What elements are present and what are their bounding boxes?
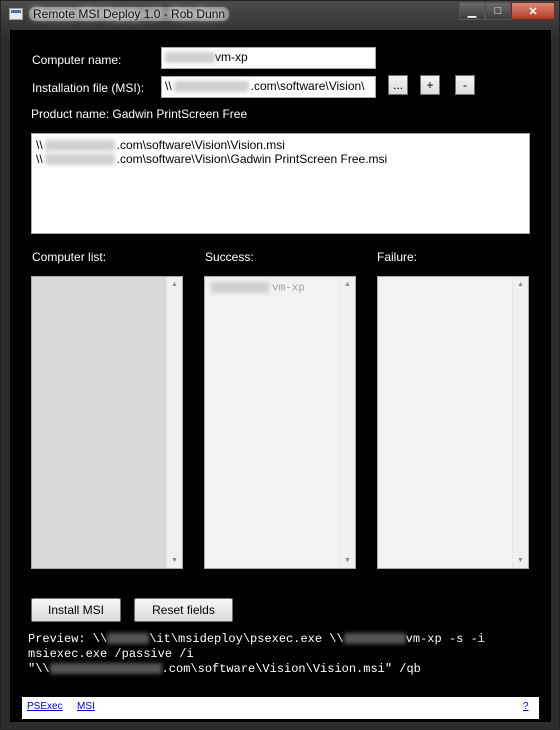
- msi-file-list[interactable]: \\ .com\software\Vision\Vision.msi \\ .com…: [31, 133, 530, 234]
- install-file-prefix: \\: [165, 79, 172, 93]
- preview-text: Preview: \\: [28, 632, 108, 646]
- success-list[interactable]: vm-xp ▲ ▼: [204, 276, 356, 569]
- preview-text: "\\: [28, 662, 50, 676]
- maximize-button[interactable]: □: [485, 2, 511, 20]
- failure-label: Failure:: [377, 250, 418, 264]
- msi-item-prefix: \\: [36, 138, 43, 152]
- scroll-up-icon[interactable]: ▲: [171, 281, 178, 288]
- minimize-icon: ▁: [467, 5, 477, 18]
- command-preview: Preview: \\ \it\msideploy\psexec.exe \\ vm…: [28, 632, 544, 677]
- msi-link[interactable]: MSI: [77, 701, 95, 712]
- computer-name-value: vm-xp: [215, 50, 248, 64]
- install-msi-button[interactable]: Install MSI: [31, 598, 121, 622]
- product-name-caption: Product name:: [31, 107, 110, 121]
- redacted-text: [49, 663, 162, 675]
- redacted-text: [173, 81, 249, 93]
- status-bar: PSExec MSI ?: [22, 697, 539, 719]
- remove-label: -: [463, 78, 467, 92]
- list-item[interactable]: vm-xp: [211, 282, 305, 294]
- computer-list-label: Computer list:: [32, 250, 107, 264]
- browse-button[interactable]: ...: [388, 75, 408, 95]
- title-bar[interactable]: Remote MSI Deploy 1.0 - Rob Dunn ▁ □ ✕: [1, 1, 560, 29]
- install-file-label: Installation file (MSI):: [32, 81, 145, 95]
- success-list-scrollbar[interactable]: ▲ ▼: [339, 277, 355, 568]
- reset-fields-button[interactable]: Reset fields: [134, 598, 233, 622]
- help-link[interactable]: ?: [523, 701, 529, 712]
- computer-list-scrollbar[interactable]: ▲ ▼: [166, 277, 182, 568]
- psexec-link[interactable]: PSExec: [27, 701, 63, 712]
- close-button[interactable]: ✕: [511, 2, 555, 20]
- reset-fields-label: Reset fields: [152, 603, 215, 617]
- add-label: +: [426, 78, 434, 92]
- app-window: Remote MSI Deploy 1.0 - Rob Dunn ▁ □ ✕ C…: [0, 0, 560, 730]
- failure-list-scrollbar[interactable]: ▲ ▼: [512, 277, 528, 568]
- close-icon: ✕: [528, 5, 538, 18]
- msi-item-prefix: \\: [36, 152, 43, 166]
- redacted-text: [44, 154, 115, 166]
- list-item[interactable]: \\ .com\software\Vision\Gadwin PrintScree…: [32, 152, 529, 166]
- scroll-up-icon[interactable]: ▲: [344, 281, 351, 288]
- scroll-down-icon[interactable]: ▼: [171, 557, 178, 564]
- maximize-icon: □: [494, 5, 502, 17]
- failure-list[interactable]: ▲ ▼: [377, 276, 529, 569]
- preview-text: .com\software\Vision\Vision.msi" /qb: [161, 662, 421, 676]
- install-file-input[interactable]: \\ .com\software\Vision\: [161, 76, 376, 98]
- success-label: Success:: [205, 250, 254, 264]
- success-item-name: vm-xp: [272, 282, 306, 295]
- minimize-button[interactable]: ▁: [459, 2, 485, 20]
- msi-item-path: .com\software\Vision\Gadwin PrintScreen …: [116, 152, 388, 166]
- product-name-value: Gadwin PrintScreen Free: [112, 107, 248, 121]
- redacted-text: [211, 282, 269, 293]
- scroll-up-icon[interactable]: ▲: [517, 281, 524, 288]
- preview-text: msiexec.exe /passive /i: [28, 647, 194, 661]
- add-button[interactable]: +: [420, 75, 440, 95]
- redacted-text: [107, 633, 150, 645]
- computer-name-input[interactable]: vm-xp: [161, 47, 376, 69]
- list-item[interactable]: \\ .com\software\Vision\Vision.msi: [32, 138, 529, 152]
- msi-item-path: .com\software\Vision\Vision.msi: [116, 138, 285, 152]
- preview-text: \it\msideploy\psexec.exe \\: [149, 632, 344, 646]
- remove-button[interactable]: -: [455, 75, 475, 95]
- redacted-text: [44, 140, 115, 152]
- scroll-down-icon[interactable]: ▼: [344, 557, 351, 564]
- client-area: Computer name: vm-xp Installation file (…: [10, 30, 551, 722]
- browse-label: ...: [392, 78, 403, 92]
- install-file-value: .com\software\Vision\: [250, 79, 365, 93]
- install-msi-label: Install MSI: [47, 603, 104, 617]
- window-title: Remote MSI Deploy 1.0 - Rob Dunn: [29, 7, 230, 21]
- computer-name-label: Computer name:: [32, 53, 122, 67]
- product-name-label: Product name: Gadwin PrintScreen Free: [31, 107, 247, 121]
- redacted-text: [343, 633, 406, 645]
- preview-text: vm-xp -s -i: [405, 632, 485, 646]
- scroll-down-icon[interactable]: ▼: [517, 557, 524, 564]
- computer-list[interactable]: ▲ ▼: [31, 276, 183, 569]
- redacted-text: [165, 52, 215, 64]
- app-window-icon: [9, 8, 23, 20]
